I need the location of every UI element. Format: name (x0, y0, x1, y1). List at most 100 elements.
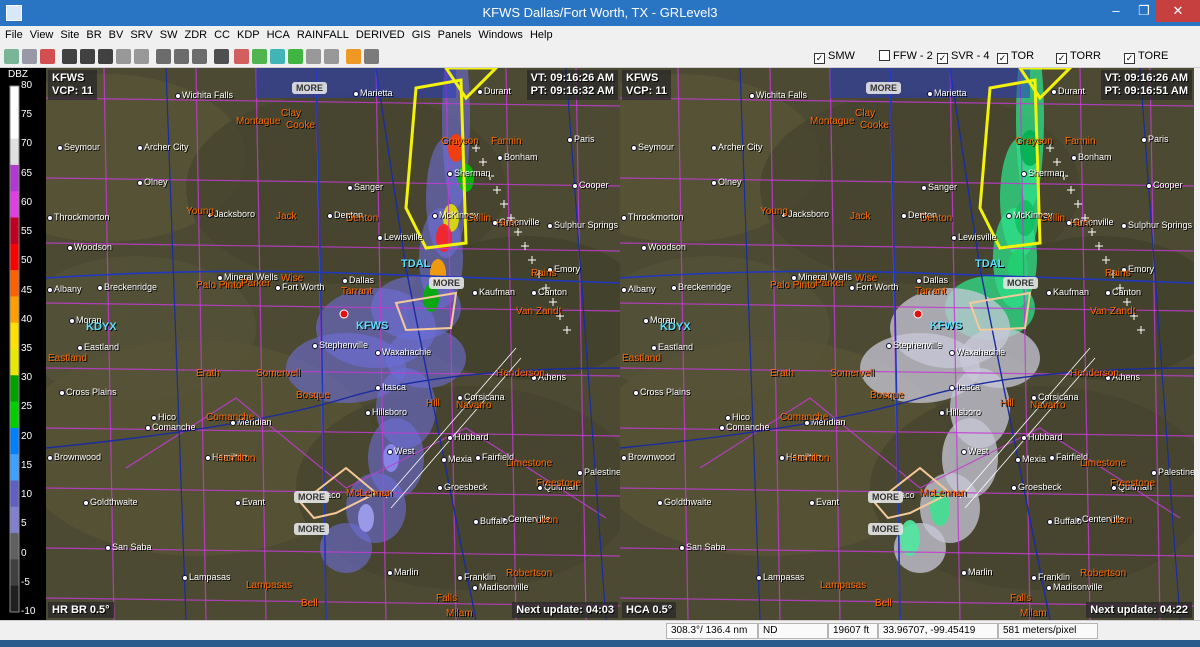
menu-srv[interactable]: SRV (125, 26, 152, 41)
city-marker (205, 455, 211, 461)
checkbox-icon[interactable]: ✓ (1124, 53, 1135, 64)
menu-site[interactable]: Site (55, 26, 79, 41)
dbz-tick-label: 55 (21, 226, 33, 238)
city-marker (447, 171, 453, 177)
city-marker (679, 545, 685, 551)
radar-pane-reflectivity[interactable]: KFWS VCP: 11 VT: 09:16:26 AM PT: 09:16:3… (46, 68, 620, 620)
menu-rainfall[interactable]: RAINFALL (292, 26, 349, 41)
checkbox-icon[interactable]: ✓ (937, 53, 948, 64)
city-label: Hubbard (454, 432, 489, 442)
zoom-out-icon[interactable] (174, 49, 189, 64)
last-frame-icon[interactable] (134, 49, 149, 64)
more-button[interactable]: MORE (868, 523, 903, 535)
city-marker (711, 145, 717, 151)
funnel-icon[interactable] (324, 49, 339, 64)
colortable-icon[interactable] (252, 49, 267, 64)
export-icon[interactable] (346, 49, 361, 64)
storm-icon[interactable] (214, 49, 229, 64)
circle-icon[interactable] (306, 49, 321, 64)
city-label: Hico (158, 412, 177, 422)
settings-icon[interactable] (364, 49, 379, 64)
radar-pane-hca[interactable]: KFWS VCP: 11 VT: 09:16:26 AM PT: 09:16:5… (620, 68, 1194, 620)
triangle-icon[interactable] (288, 49, 303, 64)
prev-frame-icon[interactable] (80, 49, 95, 64)
city-marker (631, 145, 637, 151)
zoom-reset-icon[interactable] (192, 49, 207, 64)
first-frame-icon[interactable] (62, 49, 77, 64)
refresh-icon[interactable] (4, 49, 19, 64)
copy-icon[interactable] (22, 49, 37, 64)
warning-toggle-ffw-2[interactable]: FFW - 2 (879, 50, 933, 62)
record-icon[interactable] (40, 49, 55, 64)
maximize-button[interactable]: ❐ (1130, 0, 1158, 22)
county-label: Milam (1020, 608, 1047, 619)
warning-toggle-label: FFW - 2 (893, 50, 933, 62)
city-marker (137, 180, 143, 186)
city-marker (437, 485, 443, 491)
menu-file[interactable]: File (0, 26, 23, 41)
menu-help[interactable]: Help (525, 26, 553, 41)
close-button[interactable]: ✕ (1156, 0, 1200, 22)
menu-br[interactable]: BR (81, 26, 101, 41)
city-label: Cooper (579, 180, 609, 190)
menu-view[interactable]: View (25, 26, 54, 41)
city-label: Wichita Falls (756, 90, 808, 100)
city-label: Mexia (1022, 454, 1047, 464)
checkbox-icon[interactable]: ✓ (1056, 53, 1067, 64)
menu-bv[interactable]: BV (104, 26, 124, 41)
status-value: ND (758, 623, 828, 639)
menu-zdr[interactable]: ZDR (179, 26, 207, 41)
next-frame-icon[interactable] (116, 49, 131, 64)
more-button[interactable]: MORE (866, 82, 901, 94)
warning-toggle-tore[interactable]: ✓ TORE (1124, 50, 1168, 64)
menu-kdp[interactable]: KDP (232, 26, 260, 41)
title-bar: KFWS Dallas/Fort Worth, TX - GRLevel3 – … (0, 0, 1200, 26)
minimize-button[interactable]: – (1102, 0, 1130, 22)
county-label: Denton (920, 213, 953, 224)
menu-windows[interactable]: Windows (473, 26, 523, 41)
city-label: Franklin (1038, 572, 1071, 582)
county-label: Freestone (536, 478, 582, 489)
menu-gis[interactable]: GIS (407, 26, 431, 41)
menu-derived[interactable]: DERIVED (351, 26, 405, 41)
city-marker (1105, 290, 1111, 296)
county-label: Grayson (441, 136, 479, 147)
city-marker (641, 245, 647, 251)
more-button[interactable]: MORE (429, 277, 464, 289)
dbz-tick-label: 75 (21, 109, 33, 121)
warning-toggle-svr-4[interactable]: ✓ SVR - 4 (937, 50, 990, 64)
menu-sw[interactable]: SW (155, 26, 178, 41)
more-button[interactable]: MORE (294, 491, 329, 503)
city-label: Evant (242, 497, 266, 507)
more-button[interactable]: MORE (294, 523, 329, 535)
zoom-in-icon[interactable] (156, 49, 171, 64)
dbz-tick-label: 65 (21, 167, 33, 179)
radar-icon[interactable] (234, 49, 249, 64)
city-marker (353, 91, 359, 97)
warning-toggle-tor[interactable]: ✓ TOR (997, 50, 1034, 64)
checkbox-icon[interactable]: ✓ (814, 53, 825, 64)
checkbox-icon[interactable]: ✓ (997, 53, 1008, 64)
dbz-tick-label: 20 (21, 430, 33, 442)
county-label: Young (760, 206, 788, 217)
pen-icon[interactable] (270, 49, 285, 64)
city-marker (57, 145, 63, 151)
menu-hca[interactable]: HCA (262, 26, 290, 41)
city-label: Goldthwaite (90, 497, 138, 507)
play-icon[interactable] (98, 49, 113, 64)
warning-toggle-torr[interactable]: ✓ TORR (1056, 50, 1101, 64)
checkbox-icon[interactable] (879, 50, 890, 61)
city-marker (235, 500, 241, 506)
city-label: Hillsboro (946, 407, 982, 417)
city-marker (275, 285, 281, 291)
city-marker (651, 345, 657, 351)
city-label: Stephenville (319, 340, 369, 350)
menu-cc[interactable]: CC (209, 26, 230, 41)
city-label: Breckenridge (678, 282, 732, 292)
menu-panels[interactable]: Panels (433, 26, 472, 41)
dbz-tick-label: 25 (21, 401, 33, 413)
more-button[interactable]: MORE (1003, 277, 1038, 289)
more-button[interactable]: MORE (868, 491, 903, 503)
more-button[interactable]: MORE (292, 82, 327, 94)
warning-toggle-smw[interactable]: ✓ SMW (814, 50, 855, 64)
